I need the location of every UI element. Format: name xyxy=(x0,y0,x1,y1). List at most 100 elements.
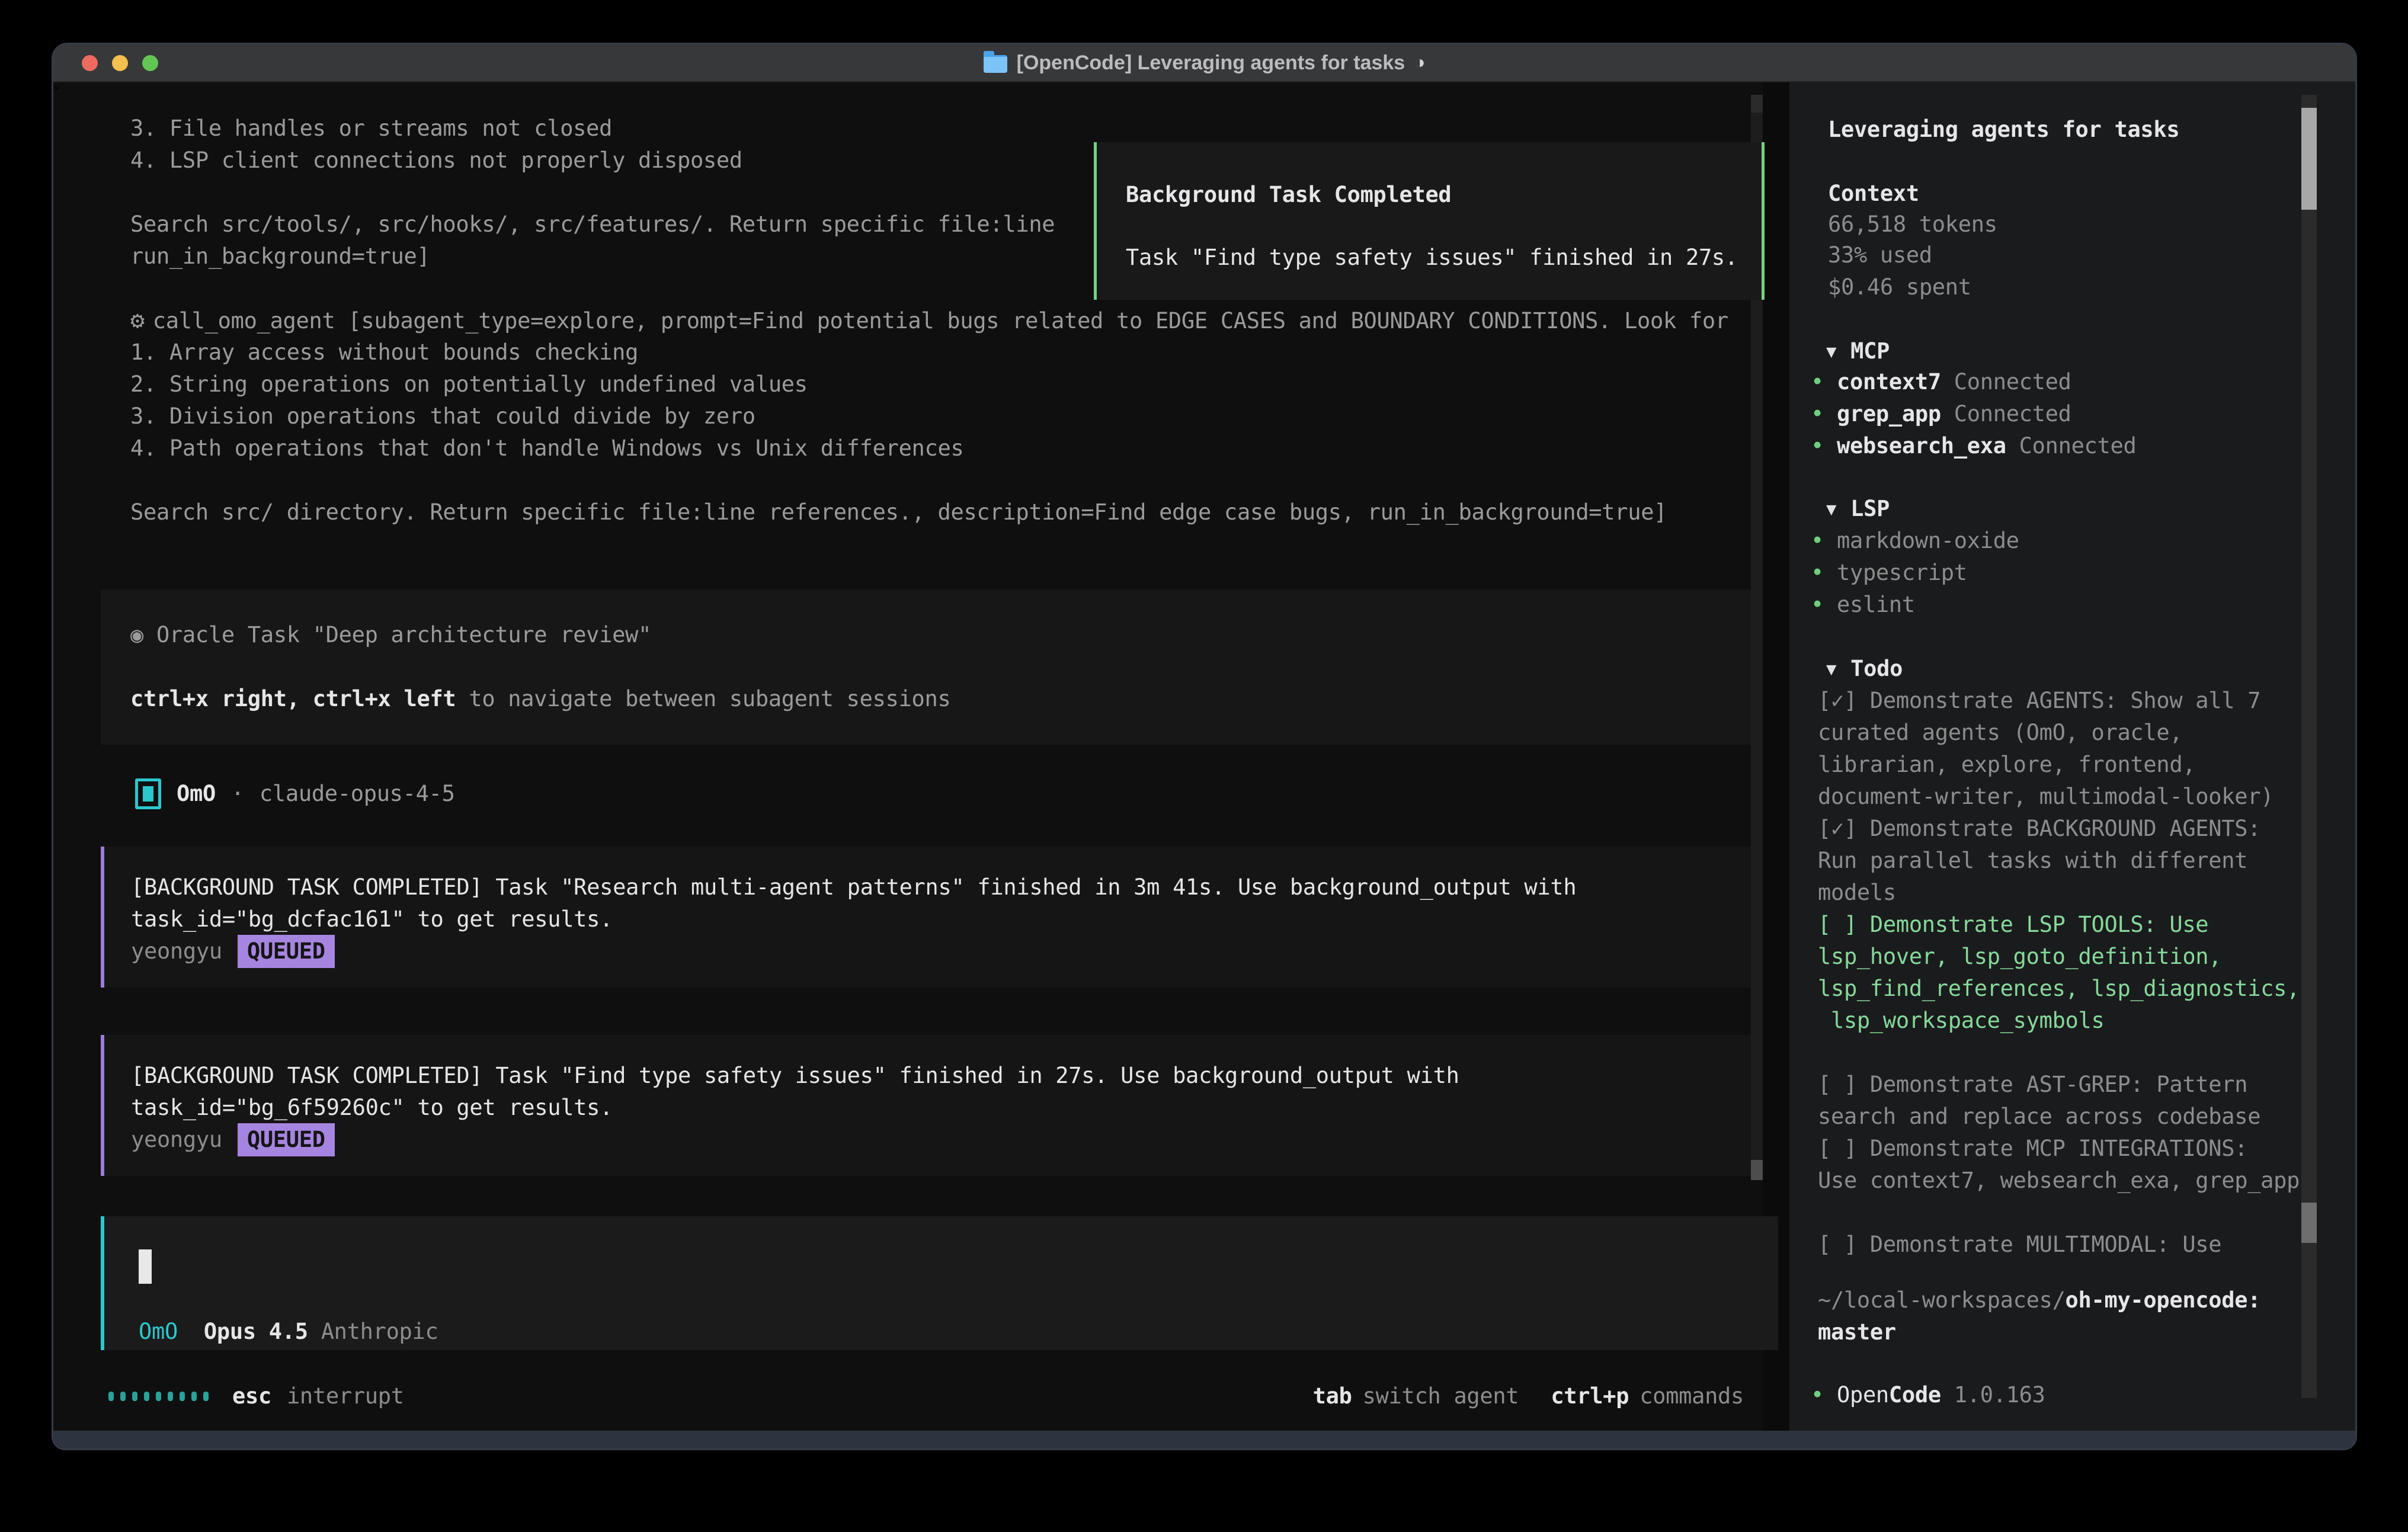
terminal-line: run_in_background=true] xyxy=(130,241,430,273)
esc-key-hint: esc xyxy=(232,1380,271,1412)
task-message-line: [BACKGROUND TASK COMPLETED] Task "Resear… xyxy=(131,871,1576,903)
status-dot-icon: • xyxy=(1811,525,1837,557)
todo-line-active: [ ] Demonstrate LSP TOOLS: Use xyxy=(1818,909,2208,941)
todo-line-active: lsp_workspace_symbols xyxy=(1818,1005,2104,1037)
folder-icon xyxy=(984,55,1007,73)
context-tokens: 66,518 tokens xyxy=(1828,209,1997,241)
sidebar-scrollbar-segment[interactable] xyxy=(2301,1203,2317,1243)
workspace-branch: master xyxy=(1818,1316,1896,1348)
todo-line: [ ] Demonstrate MULTIMODAL: Use xyxy=(1818,1229,2221,1261)
chevron-down-icon[interactable]: ▼ xyxy=(1826,335,1836,367)
window-title: [OpenCode] Leveraging agents for tasks xyxy=(1017,52,1405,75)
terminal-line: 1. Array access without bounds checking xyxy=(130,336,638,368)
window-bottom-edge xyxy=(53,1431,2355,1448)
todo-line: Use context7, websearch_exa, grep_app xyxy=(1818,1165,2300,1197)
chat-scrollbar-thumb[interactable] xyxy=(1751,1160,1763,1180)
queued-status-badge: QUEUED xyxy=(238,1123,335,1156)
status-dot-icon: • xyxy=(1811,398,1837,430)
gear-icon: ⚙ xyxy=(130,307,145,334)
session-title: Leveraging agents for tasks xyxy=(1828,114,2179,146)
context-spent: $0.46 spent xyxy=(1828,271,1971,303)
terminal-line: 4. LSP client connections not properly d… xyxy=(130,145,742,177)
opencode-terminal-window: [OpenCode] Leveraging agents for tasks ◑… xyxy=(53,44,2355,1448)
toast-body: Task "Find type safety issues" finished … xyxy=(1126,242,1738,274)
esc-action-label: interrupt xyxy=(287,1380,404,1412)
prompt-input[interactable]: OmO Opus 4.5 Anthropic xyxy=(101,1216,1778,1350)
window-titlebar[interactable]: [OpenCode] Leveraging agents for tasks ◑ xyxy=(53,44,2355,82)
task-author: yeongyu xyxy=(131,1124,222,1156)
subagent-nav-hint: ctrl+x right, ctrl+x left to navigate be… xyxy=(130,683,951,715)
context-heading: Context xyxy=(1828,178,1919,210)
agent-name: OmO xyxy=(177,778,216,810)
todo-line: curated agents (OmO, oracle, xyxy=(1818,717,2182,749)
sidebar-scrollbar-thumb[interactable] xyxy=(2301,108,2317,210)
status-dot-icon: • xyxy=(1811,430,1837,462)
task-meta-row: yeongyu QUEUED xyxy=(131,1124,335,1156)
chat-scrollbar-top-segment[interactable] xyxy=(1751,95,1763,113)
active-model-label[interactable]: Opus 4.5 xyxy=(178,1316,321,1348)
background-task-toast[interactable]: Background Task Completed Task "Find typ… xyxy=(1094,142,1765,300)
toast-title: Background Task Completed xyxy=(1126,179,1451,211)
workspace-path: ~/local-workspaces/oh-my-opencode: xyxy=(1818,1284,2260,1316)
todo-line: [✓] Demonstrate BACKGROUND AGENTS: xyxy=(1818,813,2260,845)
mcp-item: •websearch_exa Connected xyxy=(1811,430,2136,462)
todo-section-header[interactable]: ▼Todo xyxy=(1826,653,1903,685)
hint-text: to navigate between subagent sessions xyxy=(456,686,950,711)
text-cursor xyxy=(139,1249,152,1284)
todo-line-active: lsp_hover, lsp_goto_definition, xyxy=(1818,941,2221,973)
task-meta-row: yeongyu QUEUED xyxy=(131,935,335,967)
background-task-message: [BACKGROUND TASK COMPLETED] Task "Find t… xyxy=(101,1035,1754,1176)
mcp-item: •context7 Connected xyxy=(1811,366,2071,398)
status-dot-icon: • xyxy=(1811,557,1837,589)
terminal-line: 4. Path operations that don't handle Win… xyxy=(130,432,963,464)
ctrlp-action-label: commands xyxy=(1640,1380,1744,1412)
agent-omo-icon xyxy=(135,778,161,809)
lsp-item: •markdown-oxide xyxy=(1811,525,2019,557)
terminal-line: 3. File handles or streams not closed xyxy=(130,113,612,145)
oracle-task-box: ◉ Oracle Task "Deep architecture review"… xyxy=(101,589,1760,745)
mcp-item: •grep_app Connected xyxy=(1811,398,2071,430)
separator-dot: · xyxy=(231,778,244,810)
agent-model: claude-opus-4-5 xyxy=(260,778,455,810)
status-dot-icon: • xyxy=(1811,1379,1837,1411)
chevron-down-icon[interactable]: ▼ xyxy=(1826,653,1836,685)
todo-line: [✓] Demonstrate AGENTS: Show all 7 xyxy=(1818,685,2260,717)
input-meta-row: OmO Opus 4.5 Anthropic xyxy=(139,1316,438,1348)
task-message-line: [BACKGROUND TASK COMPLETED] Task "Find t… xyxy=(131,1060,1459,1092)
queued-status-badge: QUEUED xyxy=(238,935,335,968)
window-title-area: [OpenCode] Leveraging agents for tasks ◑ xyxy=(53,44,2355,81)
todo-line: librarian, explore, frontend, xyxy=(1818,749,2195,781)
lsp-item: •typescript xyxy=(1811,557,1967,589)
todo-line: [ ] Demonstrate AST-GREP: Pattern xyxy=(1818,1069,2247,1101)
lsp-item: •eslint xyxy=(1811,589,1915,621)
loading-half-circle-icon: ◑ xyxy=(1414,53,1425,73)
terminal-line: 3. Division operations that could divide… xyxy=(130,400,755,432)
sidebar-scrollbar[interactable] xyxy=(2301,95,2317,1398)
ctrlp-key-hint: ctrl+p xyxy=(1551,1380,1629,1412)
mcp-section-header[interactable]: ▼MCP xyxy=(1826,335,1890,367)
lsp-section-header[interactable]: ▼LSP xyxy=(1826,493,1890,525)
status-dot-icon: • xyxy=(1811,366,1837,398)
provider-label: Anthropic xyxy=(321,1316,438,1348)
status-bar-left: esc interrupt xyxy=(108,1380,404,1412)
todo-line: models xyxy=(1818,877,1896,909)
task-message-line: task_id="bg_6f59260c" to get results. xyxy=(131,1092,613,1124)
chevron-down-icon[interactable]: ▼ xyxy=(1826,493,1836,525)
desktop: [OpenCode] Leveraging agents for tasks ◑… xyxy=(0,0,2408,1532)
terminal-line: Search src/tools/, src/hooks/, src/featu… xyxy=(130,209,1055,241)
activity-dots-indicator xyxy=(108,1392,209,1401)
todo-line-active: lsp_find_references, lsp_diagnostics, xyxy=(1818,973,2300,1005)
agent-header-row: OmO · claude-opus-4-5 xyxy=(135,778,455,810)
active-agent-label[interactable]: OmO xyxy=(139,1316,178,1348)
tab-action-label: switch agent xyxy=(1363,1380,1519,1412)
terminal-line: 2. String operations on potentially unde… xyxy=(130,368,808,400)
opencode-version-row: •OpenCode 1.0.163 xyxy=(1811,1379,2045,1411)
terminal-line: Search src/ directory. Return specific f… xyxy=(130,496,1667,528)
oracle-task-title: ◉ Oracle Task "Deep architecture review" xyxy=(130,619,651,651)
background-task-message: [BACKGROUND TASK COMPLETED] Task "Resear… xyxy=(101,847,1754,988)
oracle-icon: ◉ xyxy=(130,622,143,648)
task-author: yeongyu xyxy=(131,935,222,967)
tab-key-hint: tab xyxy=(1313,1380,1352,1412)
todo-line: [ ] Demonstrate MCP INTEGRATIONS: xyxy=(1818,1133,2247,1165)
todo-line: search and replace across codebase xyxy=(1818,1101,2260,1133)
